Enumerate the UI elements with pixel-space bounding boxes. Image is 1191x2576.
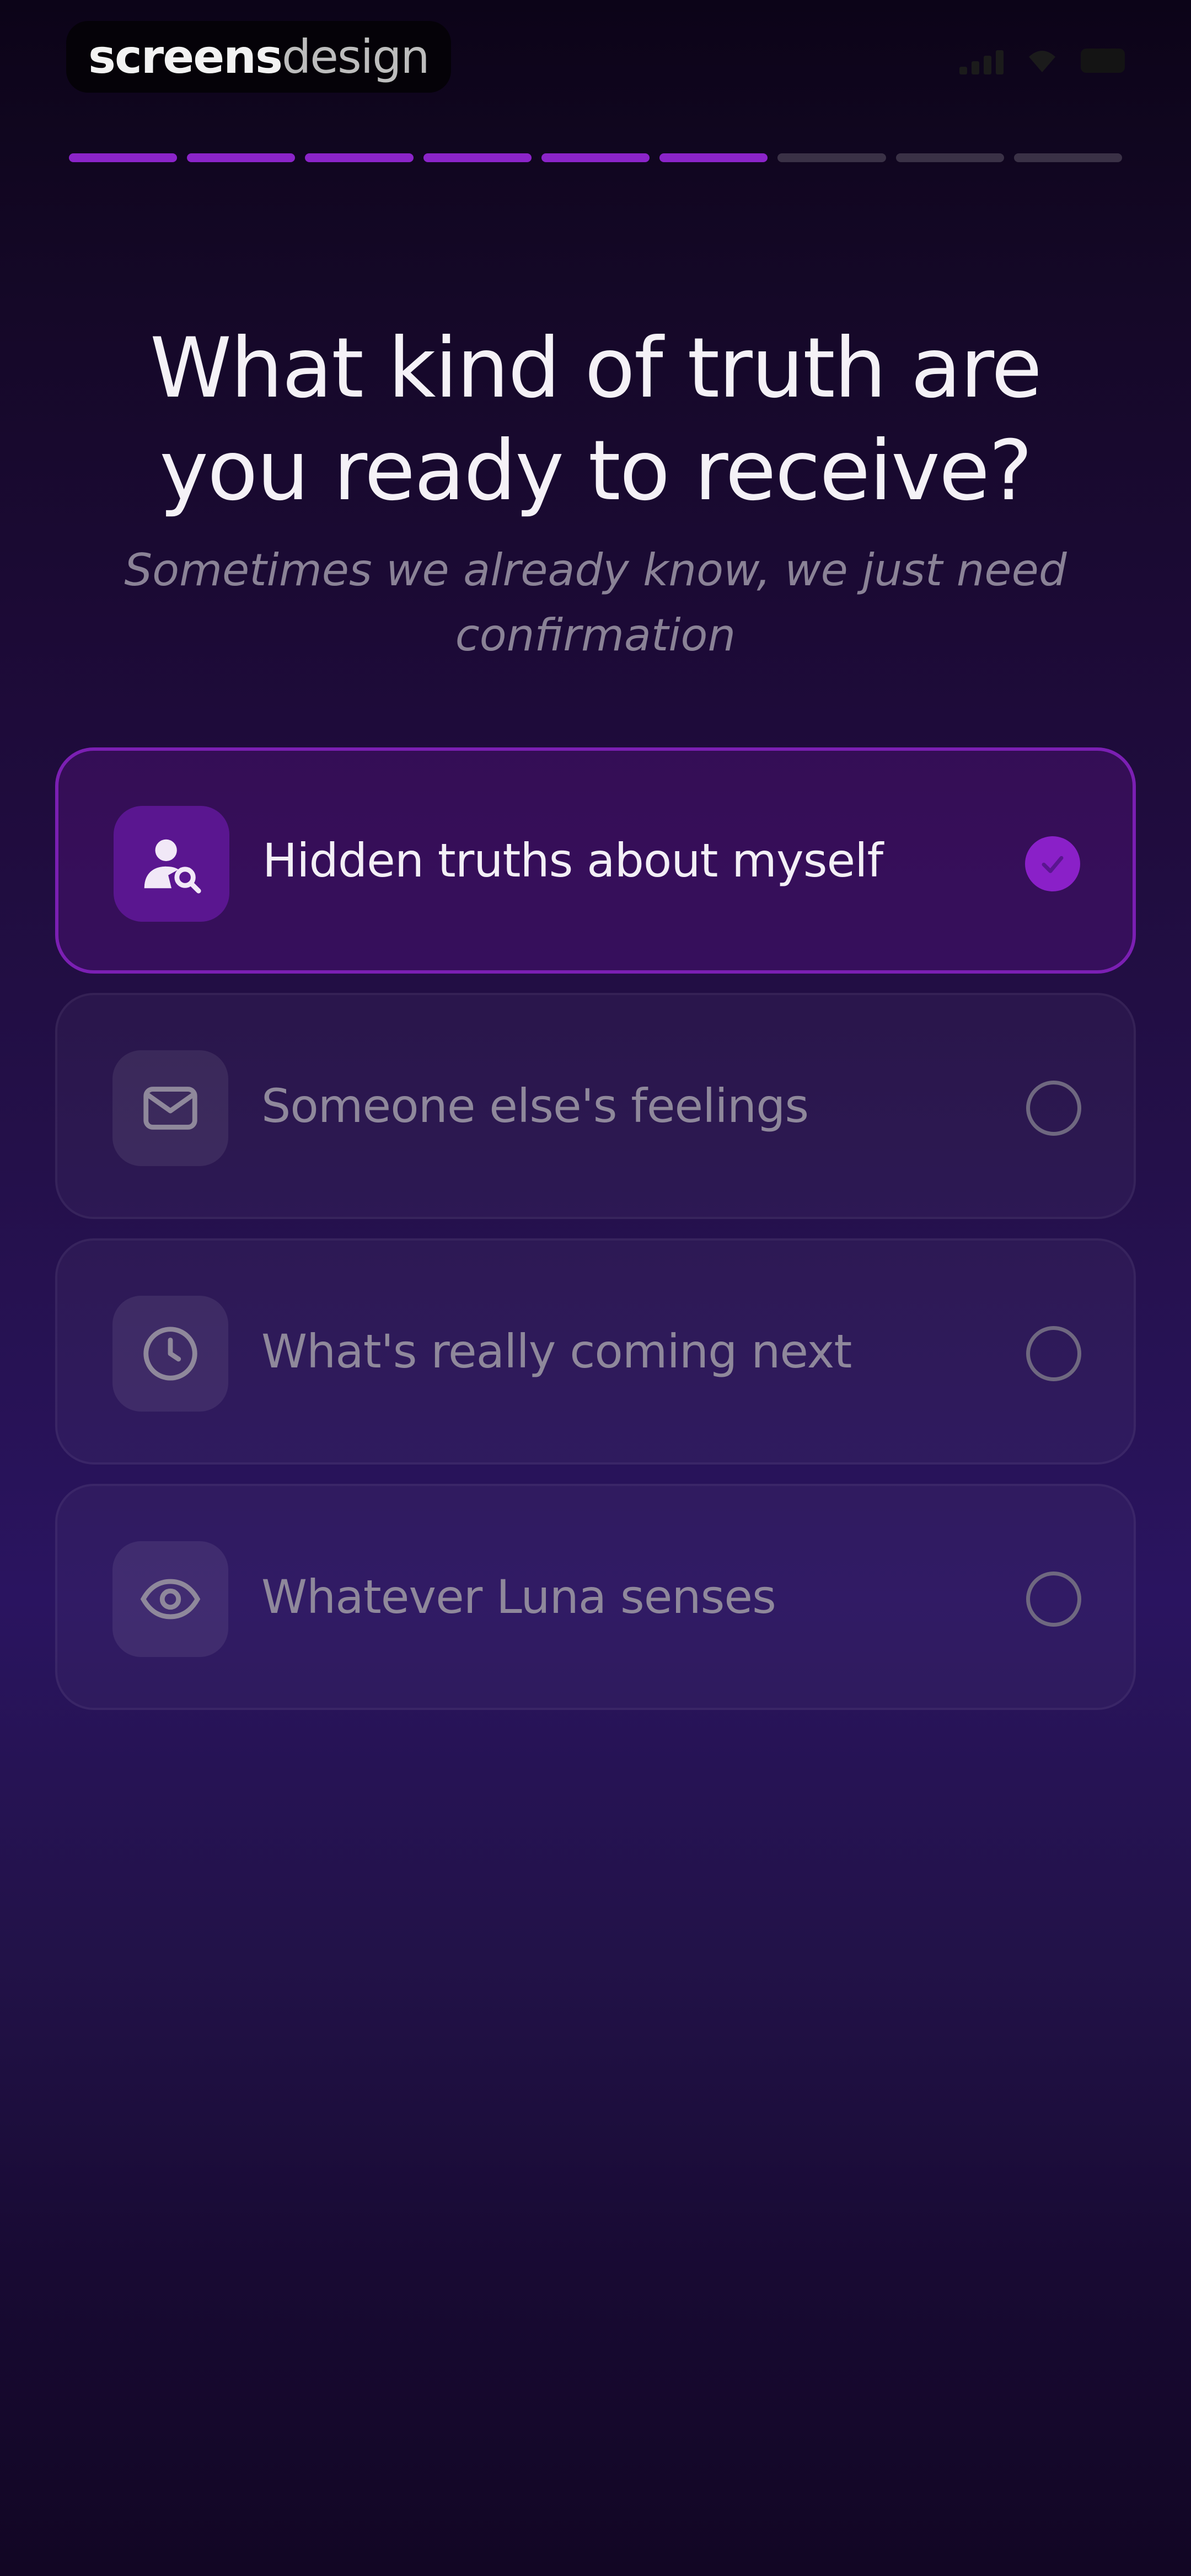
progress-segment-pending [895,153,1004,162]
battery-icon [1081,49,1125,73]
option-someone-elses-feelings[interactable]: Someone else's feelings [55,993,1136,1219]
wifi-icon [1029,51,1055,72]
brand-logo-primary: screens [88,30,283,84]
brand-logo: screens design [66,21,451,93]
progress-segment-pending [777,153,886,162]
progress-segment-complete [423,153,532,162]
radio-circle-icon [1026,1081,1081,1136]
option-hidden-truths[interactable]: Hidden truths about myself [55,747,1136,974]
check-circle-icon [1025,836,1080,891]
onboarding-progress [69,153,1122,162]
radio-circle-icon [1026,1326,1081,1381]
progress-segment-complete [187,153,296,162]
option-label: Hidden truths about myself [262,833,883,888]
progress-segment-pending [1013,153,1122,162]
person-search-icon [114,806,229,922]
question-title: What kind of truth are you ready to rece… [149,320,1042,519]
brand-logo-secondary: design [281,30,430,84]
eye-icon [112,1541,228,1657]
status-icons [959,47,1125,74]
clock-icon [112,1296,228,1412]
cellular-signal-icon [959,47,1004,74]
option-whats-coming-next[interactable]: What's really coming next [55,1238,1136,1465]
option-label: Whatever Luna senses [261,1570,776,1624]
progress-segment-complete [541,153,650,162]
radio-circle-icon [1026,1572,1081,1627]
option-label: What's really coming next [261,1324,852,1378]
option-whatever-luna-senses[interactable]: Whatever Luna senses [55,1484,1136,1710]
option-label: Someone else's feelings [261,1079,809,1133]
options-list: Hidden truths about myself Someone else'… [55,747,1136,1729]
envelope-icon [112,1050,228,1166]
question-subtitle: Sometimes we already know, we just need … [124,544,1067,661]
progress-segment-complete [659,153,768,162]
progress-segment-complete [69,153,178,162]
progress-segment-complete [305,153,414,162]
status-bar: screens design [0,0,1191,121]
